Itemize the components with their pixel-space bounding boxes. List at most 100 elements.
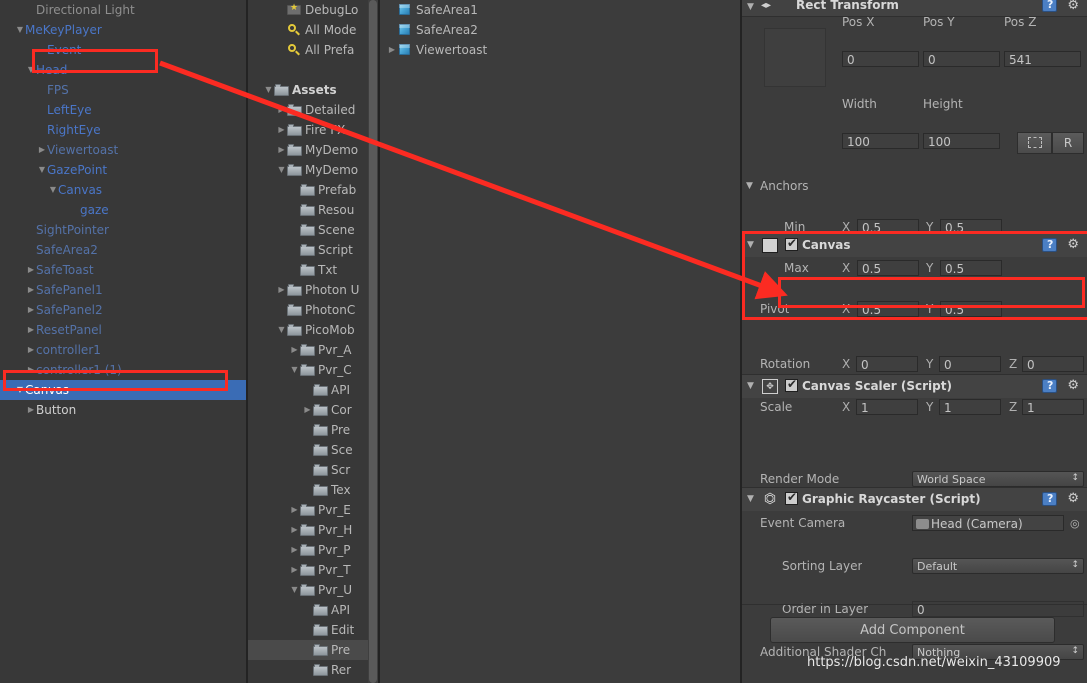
chevron-down-icon[interactable]: ▼ (289, 580, 300, 600)
pos-x-field[interactable]: 0 (842, 51, 919, 67)
project-item[interactable]: Tex (248, 480, 368, 500)
pos-y-field[interactable]: 0 (923, 51, 1000, 67)
chevron-right-icon[interactable]: ▶ (26, 280, 36, 300)
project-scrollbar-thumb[interactable] (369, 0, 377, 683)
chevron-right-icon[interactable]: ▶ (26, 400, 36, 420)
anchor-max-y-field[interactable]: 0.5 (940, 260, 1002, 276)
hierarchy-item-righteye[interactable]: RightEye (0, 120, 246, 140)
object-picker-icon[interactable]: ◎ (1070, 517, 1080, 530)
hierarchy-item-canvas[interactable]: ▼ Canvas (0, 380, 246, 400)
hierarchy-item-resetpanel[interactable]: ▶ ResetPanel (0, 320, 246, 340)
project-item[interactable]: Script (248, 240, 368, 260)
scale-z-field[interactable]: 1 (1022, 399, 1084, 415)
chevron-down-icon[interactable]: ▼ (747, 233, 754, 257)
project-item[interactable]: Edit (248, 620, 368, 640)
project-item[interactable]: Prefab (248, 180, 368, 200)
anchor-max-x-field[interactable]: 0.5 (857, 260, 919, 276)
chevron-right-icon[interactable]: ▶ (26, 300, 36, 320)
project-item[interactable]: API (248, 600, 368, 620)
graphic-raycaster-enabled-checkbox[interactable] (785, 490, 798, 505)
chevron-down-icon[interactable]: ▼ (746, 176, 753, 197)
project-item[interactable] (248, 60, 368, 80)
raw-edit-button[interactable]: R (1052, 132, 1084, 154)
project-item[interactable]: Pre (248, 420, 368, 440)
chevron-down-icon[interactable]: ▼ (276, 320, 287, 340)
blueprint-mode-button[interactable] (1017, 132, 1052, 154)
chevron-right-icon[interactable]: ▶ (289, 540, 300, 560)
project-item[interactable]: ▶ Fire FX (248, 120, 368, 140)
chevron-down-icon[interactable]: ▼ (289, 360, 300, 380)
hierarchy-item-mekeyplayer[interactable]: ▼ MeKeyPlayer (0, 20, 246, 40)
chevron-down-icon[interactable]: ▼ (37, 160, 47, 180)
scene-hierarchy-item[interactable]: SafeArea2 (380, 20, 740, 40)
chevron-down-icon[interactable]: ▼ (263, 80, 274, 100)
chevron-right-icon[interactable]: ▶ (276, 280, 287, 300)
chevron-right-icon[interactable]: ▶ (276, 140, 287, 160)
scale-x-field[interactable]: 1 (856, 399, 918, 415)
project-item[interactable]: ▼ Pvr_U (248, 580, 368, 600)
rotation-x-field[interactable]: 0 (856, 356, 918, 372)
height-field[interactable]: 100 (923, 133, 1000, 149)
canvas-component-header[interactable]: ▼ Canvas ⚙ (742, 233, 1087, 257)
chevron-right-icon[interactable]: ▶ (289, 520, 300, 540)
hierarchy-item-directional-light[interactable]: Directional Light (0, 0, 246, 20)
project-item[interactable]: ▶ Pvr_E (248, 500, 368, 520)
scene-hierarchy-item[interactable]: ▶ Viewertoast (380, 40, 740, 60)
canvas-enabled-checkbox[interactable] (785, 236, 798, 251)
project-item[interactable]: API (248, 380, 368, 400)
help-icon[interactable] (1042, 0, 1057, 13)
project-item[interactable]: All Mode (248, 20, 368, 40)
chevron-right-icon[interactable]: ▶ (276, 100, 287, 120)
anchors-row[interactable]: ▼ Anchors (742, 176, 1087, 197)
hierarchy-item-controller1-1[interactable]: ▶ controller1 (1) (0, 360, 246, 380)
chevron-right-icon[interactable]: ▶ (37, 140, 47, 160)
hierarchy-panel[interactable]: Directional Light ▼ MeKeyPlayer Event ▼ Head F… (0, 0, 246, 683)
project-item[interactable]: ▶ MyDemo (248, 140, 368, 160)
chevron-down-icon[interactable]: ▼ (15, 380, 25, 400)
project-item[interactable]: ▶ Pvr_T (248, 560, 368, 580)
project-item[interactable]: ▶ Pvr_P (248, 540, 368, 560)
hierarchy-item-safetoast[interactable]: ▶ SafeToast (0, 260, 246, 280)
project-item[interactable]: Sce (248, 440, 368, 460)
hierarchy-item-event[interactable]: Event (0, 40, 246, 60)
project-item[interactable]: ▶ Photon U (248, 280, 368, 300)
scale-y-field[interactable]: 1 (939, 399, 1001, 415)
chevron-down-icon[interactable]: ▼ (26, 60, 36, 80)
hierarchy-item-sightpointer[interactable]: SightPointer (0, 220, 246, 240)
inspector-panel[interactable]: ▼ ◂▸ Rect Transform ⚙ Pos X Pos Y Pos Z … (742, 0, 1087, 683)
chevron-down-icon[interactable]: ▼ (747, 375, 754, 398)
hierarchy-item-canvas[interactable]: ▼ Canvas (0, 180, 246, 200)
rotation-z-field[interactable]: 0 (1022, 356, 1084, 372)
project-item[interactable]: ▶ Pvr_H (248, 520, 368, 540)
project-item[interactable]: Txt (248, 260, 368, 280)
chevron-right-icon[interactable]: ▶ (289, 560, 300, 580)
project-item[interactable]: Scene (248, 220, 368, 240)
help-icon[interactable] (1042, 491, 1057, 507)
width-field[interactable]: 100 (842, 133, 919, 149)
chevron-right-icon[interactable]: ▶ (386, 40, 398, 60)
pos-z-field[interactable]: 541 (1004, 51, 1081, 67)
render-mode-dropdown[interactable]: World Space ↕ (912, 471, 1084, 487)
project-item[interactable]: Rer (248, 660, 368, 680)
project-item[interactable]: Scr (248, 460, 368, 480)
chevron-right-icon[interactable]: ▶ (302, 400, 313, 420)
hierarchy-item-viewertoast[interactable]: ▶ Viewertoast (0, 140, 246, 160)
chevron-down-icon[interactable]: ▼ (48, 180, 58, 200)
rotation-y-field[interactable]: 0 (939, 356, 1001, 372)
hierarchy-item-safepanel1[interactable]: ▶ SafePanel1 (0, 280, 246, 300)
chevron-right-icon[interactable]: ▶ (26, 360, 36, 380)
canvas-scaler-enabled-checkbox[interactable] (785, 377, 798, 392)
project-item[interactable]: ▶ Pvr_A (248, 340, 368, 360)
project-item[interactable]: ▼ Assets (248, 80, 368, 100)
graphic-raycaster-header[interactable]: ▼ ⏣ Graphic Raycaster (Script) ⚙ (742, 488, 1087, 511)
chevron-down-icon[interactable]: ▼ (747, 488, 754, 511)
canvas-scaler-header[interactable]: ▼ ✥ Canvas Scaler (Script) ⚙ (742, 375, 1087, 398)
chevron-right-icon[interactable]: ▶ (26, 320, 36, 340)
add-component-button[interactable]: Add Component (770, 617, 1055, 643)
sorting-layer-dropdown[interactable]: Default ↕ (912, 558, 1084, 574)
project-item[interactable]: DebugLo (248, 0, 368, 20)
gear-icon[interactable]: ⚙ (1067, 492, 1079, 506)
pivot-y-field[interactable]: 0.5 (940, 301, 1002, 317)
project-item[interactable]: ▼ Pvr_C (248, 360, 368, 380)
hierarchy-item-controller1[interactable]: ▶ controller1 (0, 340, 246, 360)
